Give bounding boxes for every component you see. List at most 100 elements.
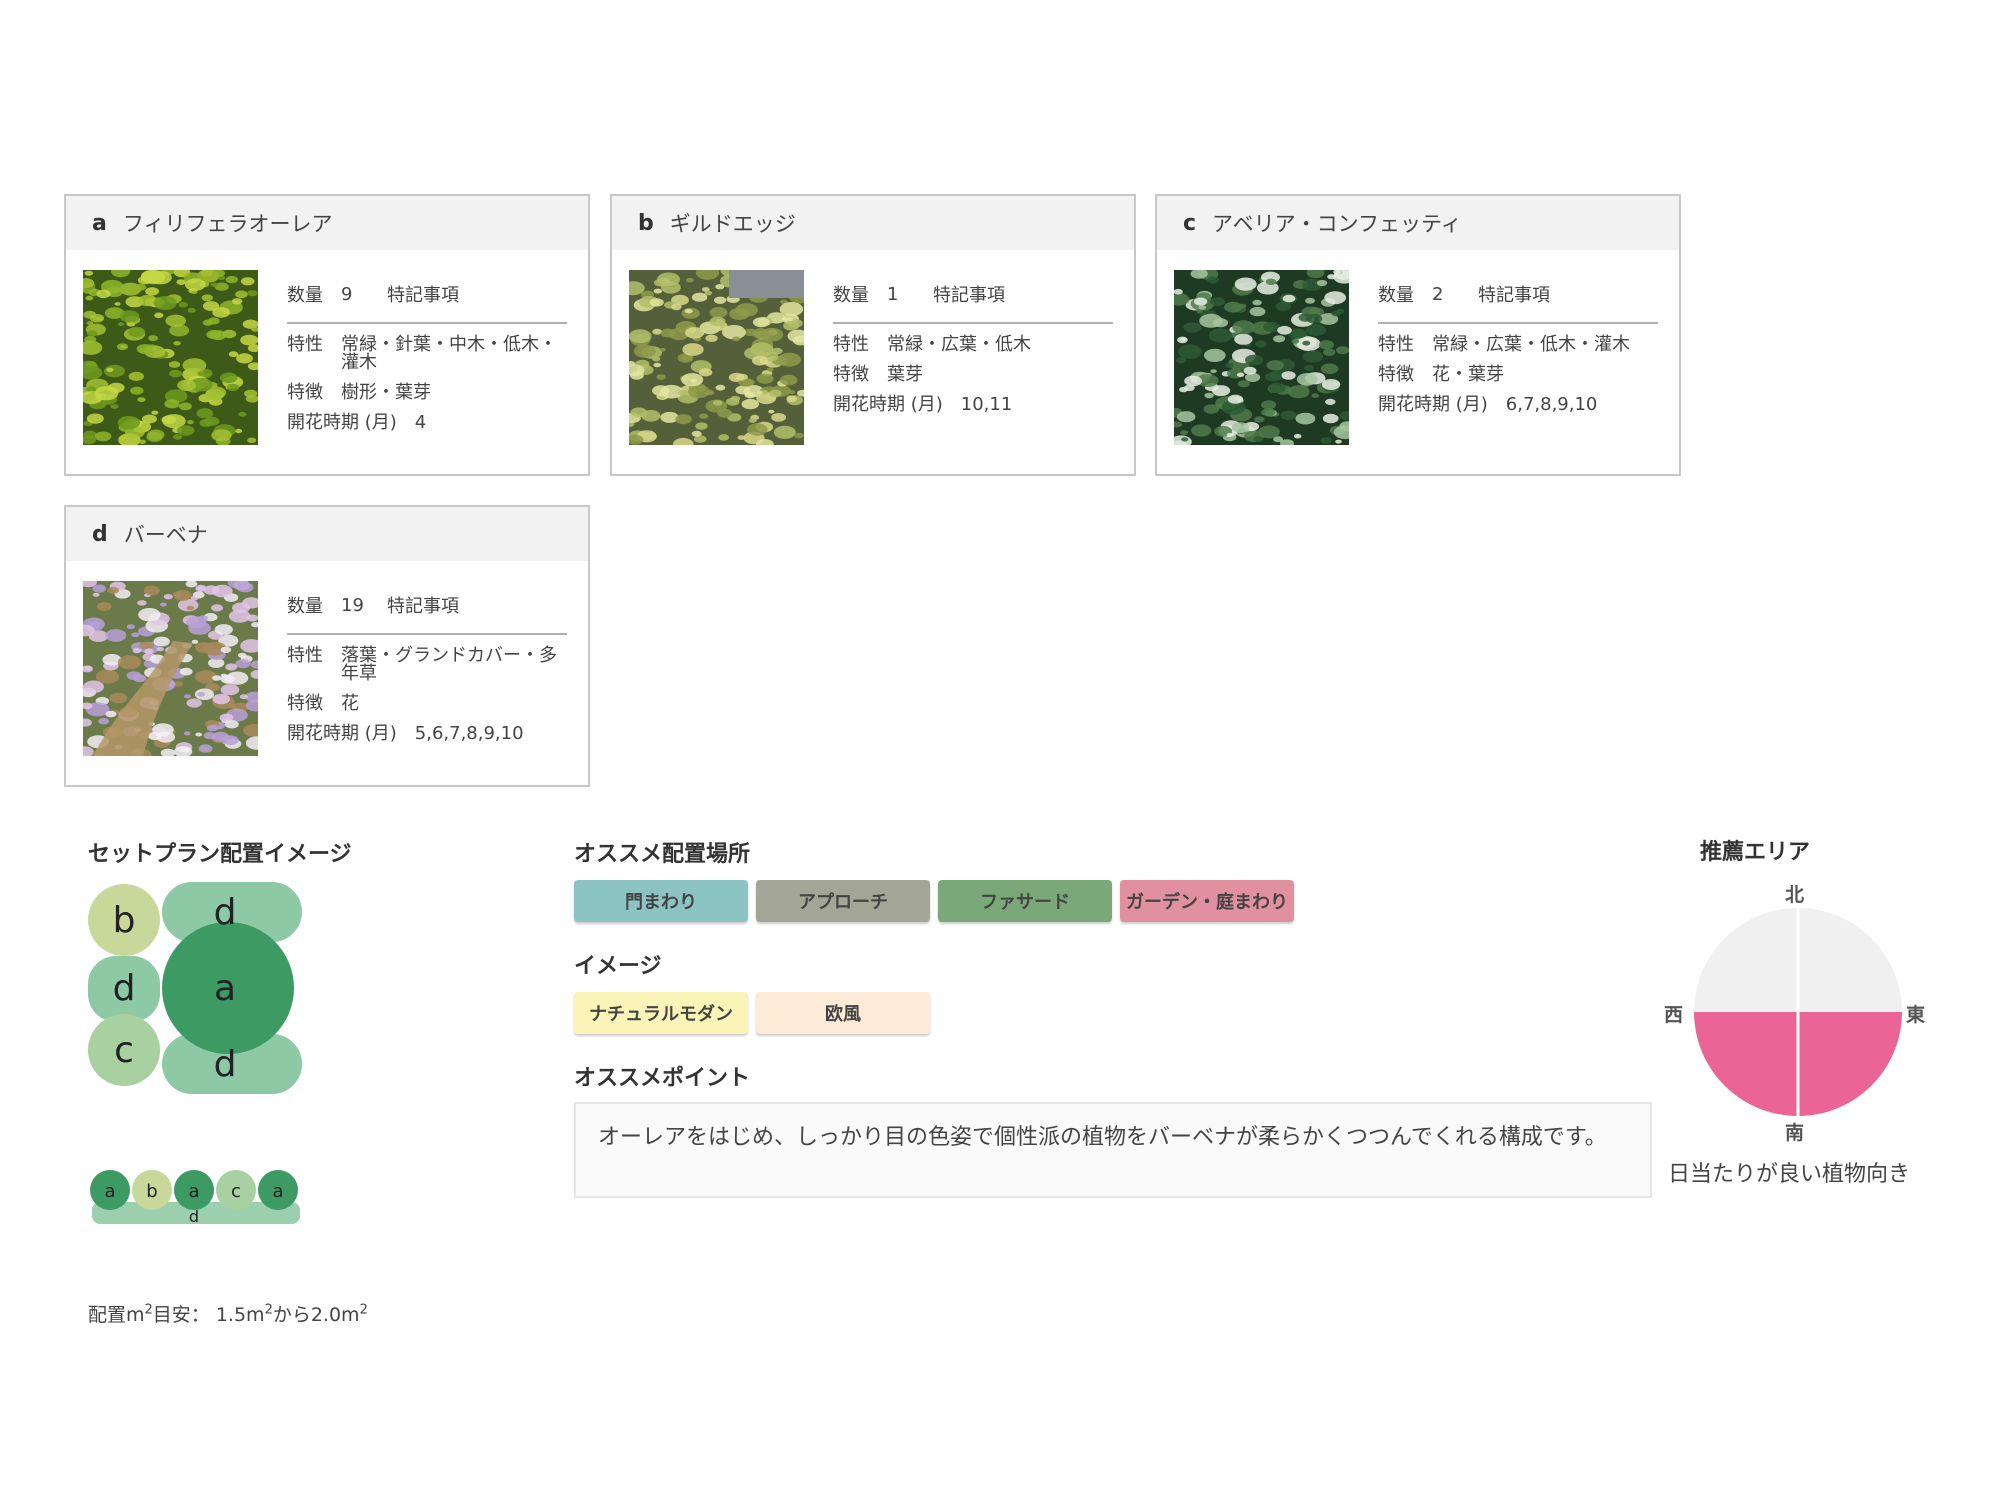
plant-feature-row: 特徴 花・葉芽 — [1378, 366, 1658, 384]
qty-value: 2 — [1432, 283, 1444, 305]
svg-text:d: d — [189, 1207, 199, 1226]
tag-image-tags-1: 欧風 — [756, 992, 930, 1034]
bloom-value: 5,6,7,8,9,10 — [414, 723, 524, 744]
trait-value: 常緑・針葉・中木・低木・灌木 — [341, 334, 557, 373]
area-title: 推薦エリア — [1700, 840, 1811, 865]
note-label: 特記事項 — [387, 596, 459, 617]
trait-label: 特性 — [1378, 334, 1414, 355]
qty-label: 数量 — [833, 285, 869, 306]
compass-diagram — [1694, 906, 1902, 1118]
bloom-label: 開花時期 (月) — [1378, 394, 1488, 415]
plant-bloom-row: 開花時期 (月) 4 — [287, 414, 567, 432]
bloom-label: 開花時期 (月) — [287, 723, 397, 744]
plant-photo — [83, 270, 258, 445]
layout-label-b: b — [113, 900, 136, 941]
layout-label-a: a — [214, 968, 236, 1009]
area-estimate: 配置m2目安： 1.5m2から2.0m2 — [88, 1302, 368, 1326]
compass-south: 南 — [1785, 1122, 1805, 1144]
plant-feature-row: 特徴 樹形・葉芽 — [287, 384, 567, 402]
placement-title: オススメ配置場所 — [574, 842, 751, 867]
compass-east: 東 — [1906, 1004, 1926, 1026]
qty-value: 19 — [341, 594, 364, 616]
layout-label-c: c — [114, 1030, 134, 1071]
image-title: イメージ — [574, 954, 662, 979]
plant-card-header: b ギルドエッジ — [612, 196, 1134, 250]
plant-photo — [83, 581, 258, 756]
plant-trait-row: 特性 常緑・針葉・中木・低木・灌木 — [287, 336, 567, 372]
bloom-value: 4 — [414, 412, 427, 433]
plant-name: アベリア・コンフェッティ — [1212, 212, 1462, 236]
tag-placement-tags-2: ファサード — [938, 880, 1112, 922]
plant-qty-row: 数量 9 特記事項 — [287, 274, 567, 324]
note-label: 特記事項 — [933, 285, 1005, 306]
plant-letter: c — [1183, 210, 1197, 236]
bloom-label: 開花時期 (月) — [833, 394, 943, 415]
feature-value: 花 — [341, 693, 359, 714]
placement-tags: 門まわり アプローチ ファサード ガーデン・庭まわり — [574, 880, 1294, 922]
plant-bloom-row: 開花時期 (月) 5,6,7,8,9,10 — [287, 725, 567, 743]
qty-label: 数量 — [287, 596, 323, 617]
plant-card-header: a フィリフェラオーレア — [66, 196, 588, 250]
svg-text:c: c — [231, 1181, 241, 1202]
svg-text:a: a — [272, 1181, 283, 1202]
image-tags: ナチュラルモダン 欧風 — [574, 992, 930, 1034]
area-note: 日当たりが良い植物向き — [1668, 1162, 1911, 1187]
plant-name: ギルドエッジ — [669, 212, 796, 236]
tag-placement-tags-3: ガーデン・庭まわり — [1120, 880, 1294, 922]
plant-letter: d — [92, 521, 108, 547]
layout-grid-image: b d d a c d — [88, 880, 304, 1102]
tag-placement-tags-0: 門まわり — [574, 880, 748, 922]
note-label: 特記事項 — [387, 285, 459, 306]
plant-bloom-row: 開花時期 (月) 10,11 — [833, 396, 1113, 414]
tag-image-tags-0: ナチュラルモダン — [574, 992, 748, 1034]
layout-row-image: a b a c a d — [88, 1160, 304, 1240]
svg-text:b: b — [146, 1181, 157, 1202]
plant-letter: b — [638, 210, 654, 236]
plant-qty-row: 数量 19 特記事項 — [287, 585, 567, 635]
quadrant-southeast — [1798, 1012, 1902, 1116]
quadrant-northwest — [1694, 908, 1798, 1012]
plant-letter: a — [92, 210, 107, 236]
qty-value: 1 — [887, 283, 899, 305]
plant-feature-row: 特徴花 — [287, 695, 567, 713]
bloom-value: 6,7,8,9,10 — [1505, 394, 1598, 415]
trait-label: 特性 — [287, 334, 323, 355]
plant-trait-row: 特性 常緑・広葉・低木 — [833, 336, 1113, 354]
qty-value: 9 — [341, 283, 353, 305]
compass-north: 北 — [1785, 884, 1805, 906]
point-text: オーレアをはじめ、しっかり目の色姿で個性派の植物をバーベナが柔らかくつつんでくれ… — [574, 1102, 1652, 1198]
plant-card-a: a フィリフェラオーレア 数量 9 特記事項 特性 常緑・針葉・中木・低木・灌木 特徴 樹形・葉… — [64, 194, 590, 476]
trait-value: 常緑・広葉・低木 — [887, 334, 1031, 355]
plant-feature-row: 特徴 葉芽 — [833, 366, 1113, 384]
svg-text:a: a — [104, 1181, 115, 1202]
plant-card-b: b ギルドエッジ 数量 1 特記事項 特性 常緑・広葉・低木 特徴 葉芽 開花時期 (月) 10,1… — [610, 194, 1136, 476]
trait-label: 特性 — [287, 645, 323, 666]
layout-title: セットプラン配置イメージ — [88, 842, 352, 867]
quadrant-southwest — [1694, 1012, 1798, 1116]
svg-text:a: a — [188, 1181, 199, 1202]
feature-label: 特徴 — [287, 382, 323, 403]
point-title: オススメポイント — [574, 1066, 751, 1091]
layout-label-d2: d — [113, 968, 136, 1009]
plant-trait-row: 特性 常緑・広葉・低木・灌木 — [1378, 336, 1658, 354]
plant-card-c: c アベリア・コンフェッティ 数量 2 特記事項 特性 常緑・広葉・低木・灌木 特徴 花・葉芽開… — [1155, 194, 1681, 476]
qty-label: 数量 — [287, 285, 323, 306]
feature-value: 葉芽 — [887, 364, 923, 385]
feature-label: 特徴 — [833, 364, 869, 385]
quadrant-northeast — [1798, 908, 1902, 1012]
plant-trait-row: 特性 落葉・グランドカバー・多年草 — [287, 647, 567, 683]
feature-label: 特徴 — [1378, 364, 1414, 385]
qty-label: 数量 — [1378, 285, 1414, 306]
trait-label: 特性 — [833, 334, 869, 355]
plant-card-header: c アベリア・コンフェッティ — [1157, 196, 1679, 250]
note-label: 特記事項 — [1478, 285, 1550, 306]
plant-card-d: d バーベナ数量 19 特記事項特性 落葉・グランドカバー・多年草特徴花開花時期 (月)… — [64, 505, 590, 787]
feature-value: 樹形・葉芽 — [341, 382, 431, 403]
plant-qty-row: 数量 2 特記事項 — [1378, 274, 1658, 324]
plant-name: バーベナ — [123, 523, 208, 547]
feature-value: 花・葉芽 — [1432, 364, 1504, 385]
plant-card-header: d バーベナ — [66, 507, 588, 561]
tag-placement-tags-1: アプローチ — [756, 880, 930, 922]
plant-bloom-row: 開花時期 (月) 6,7,8,9,10 — [1378, 396, 1658, 414]
feature-label: 特徴 — [287, 693, 323, 714]
